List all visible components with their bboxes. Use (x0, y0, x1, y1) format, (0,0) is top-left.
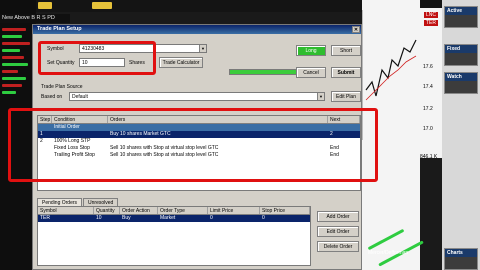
tab-pending-orders[interactable]: Pending Orders (37, 198, 83, 206)
symbol-label: Symbol (47, 46, 64, 52)
candlestick-chart (365, 39, 417, 101)
orders-tabs: Pending Orders Unresolved (37, 198, 119, 206)
symbol-value: 41230483 (82, 46, 105, 52)
ticker-badge[interactable]: TER (424, 20, 438, 26)
background-right-panel: Active Fixed Watch Charts (442, 0, 480, 270)
based-on-label: Based on (41, 94, 63, 100)
dialog-title: Trade Plan Setup (37, 26, 82, 32)
table-row[interactable]: Fixed Loss Stop Sell 10 shares with Stop… (38, 145, 360, 152)
table-row[interactable]: TER 10 Buy Market 0 0 (38, 215, 310, 222)
table-row[interactable]: 2 100% Long STP (38, 138, 360, 145)
quantity-input[interactable]: 10 (79, 58, 125, 67)
add-order-button[interactable]: Add Order (317, 211, 359, 222)
submit-button[interactable]: Submit (331, 67, 361, 78)
price-chart[interactable] (362, 0, 420, 270)
shares-label: Shares (129, 60, 145, 66)
table-header: Symbol Quantity Order Action Order Type … (38, 207, 310, 215)
symbol-field[interactable]: 41230483 ▼ (79, 44, 207, 53)
edit-plan-button[interactable]: Edit Plan (331, 91, 361, 102)
pending-orders-table: Symbol Quantity Order Action Order Type … (37, 206, 311, 266)
based-on-select[interactable]: Default ▼ (69, 92, 325, 101)
quantity-label: Set Quantity (47, 60, 75, 66)
cancel-button[interactable]: Cancel (296, 67, 326, 78)
table-header: Step Condition Orders Next (38, 116, 360, 124)
left-toolbar[interactable]: New Above B R S PD (0, 14, 70, 23)
trade-plan-table: Step Condition Orders Next Initial Order… (37, 115, 361, 191)
table-row[interactable]: 1 Buy 10 shares Market GTC 2 (38, 131, 360, 138)
toolbar-chip (92, 2, 112, 9)
trade-calculator-button[interactable]: Trade Calculator (159, 57, 203, 68)
toolbar-chip (38, 2, 52, 9)
background-left-panel: New Above B R S PD (0, 0, 70, 270)
dialog-titlebar: Trade Plan Setup ✕ (33, 25, 361, 34)
chevron-down-icon[interactable]: ▼ (317, 93, 324, 100)
chart-caption: Mercer/Defforman (368, 250, 409, 256)
trade-plan-source-label: Trade Plan Source (41, 84, 83, 90)
ticker-badge[interactable]: LNC (424, 12, 439, 18)
tab-unresolved[interactable]: Unresolved (83, 198, 119, 206)
price-scale: 17.6 17.4 17.2 17.0 846.1 K (420, 8, 442, 160)
table-row[interactable]: Trailing Profit Stop Sell 10 shares with… (38, 152, 360, 159)
table-row[interactable]: Initial Order (38, 124, 360, 131)
delete-order-button[interactable]: Delete Order (317, 241, 359, 252)
charts-panel[interactable]: Charts (444, 248, 478, 270)
short-button[interactable]: Short (331, 45, 361, 56)
active-panel[interactable]: Active (444, 6, 478, 28)
watchlist-lines (2, 28, 34, 98)
fixed-panel[interactable]: Fixed (444, 44, 478, 66)
long-button[interactable]: Long (296, 45, 326, 56)
close-icon[interactable]: ✕ (352, 26, 360, 33)
chevron-down-icon[interactable]: ▼ (199, 45, 206, 52)
trade-plan-dialog: Trade Plan Setup ✕ Symbol 41230483 ▼ Set… (32, 24, 362, 270)
watch-panel[interactable]: Watch (444, 72, 478, 94)
edit-order-button[interactable]: Edit Order (317, 226, 359, 237)
